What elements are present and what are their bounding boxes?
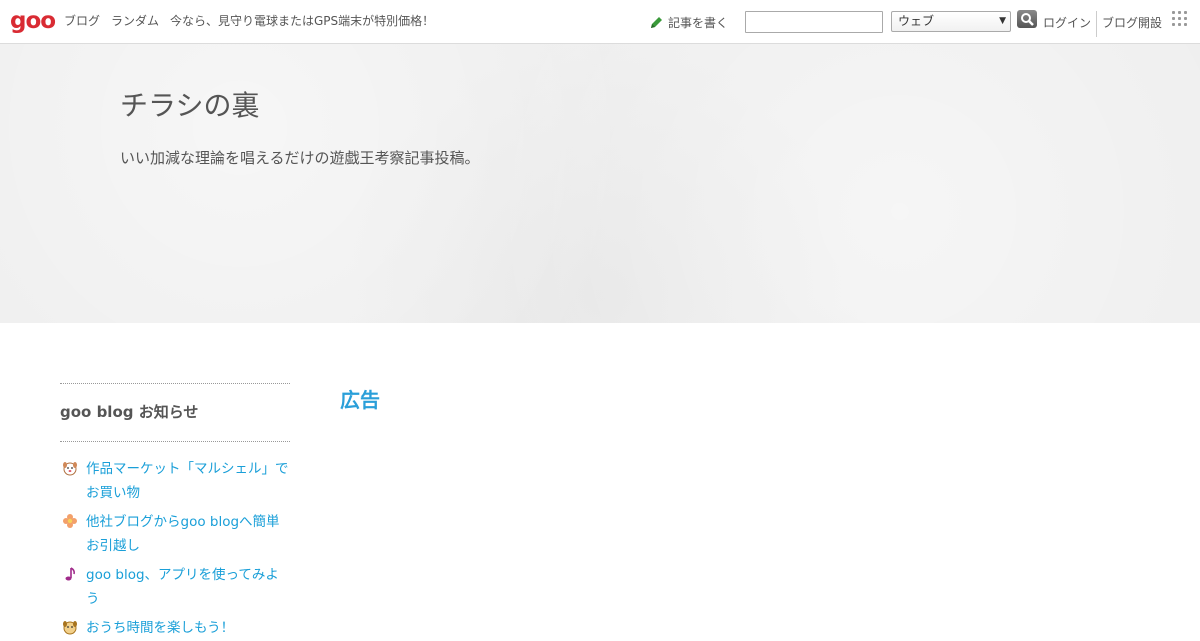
search-input[interactable] bbox=[745, 11, 883, 33]
sidebar-heading: goo blog お知らせ bbox=[60, 403, 199, 421]
global-header-bar: goo ブログ ランダム 今なら、見守り電球またはGPS端末が特別価格！ 記事を… bbox=[0, 0, 1200, 44]
search-button[interactable] bbox=[1017, 10, 1037, 28]
news-link-marchel[interactable]: 作品マーケット「マルシェル」でお買い物 bbox=[86, 458, 290, 505]
search-icon bbox=[1021, 13, 1034, 26]
blog-title[interactable]: チラシの裏 bbox=[120, 89, 259, 123]
news-link-migration[interactable]: 他社ブログからgoo blogへ簡単お引越し bbox=[86, 511, 290, 558]
music-note-icon bbox=[65, 567, 75, 581]
dog-face-icon bbox=[63, 621, 77, 635]
ad-heading: 広告 bbox=[340, 388, 380, 412]
sidebar-divider bbox=[60, 441, 290, 442]
nav-promo-link[interactable]: 今なら、見守り電球またはGPS端末が特別価格！ bbox=[170, 13, 434, 29]
login-link[interactable]: ログイン bbox=[1043, 15, 1091, 31]
chevron-down-icon: ▼ bbox=[999, 16, 1006, 26]
search-scope-value: ウェブ bbox=[898, 14, 935, 28]
blog-description: いい加減な理論を唱えるだけの遊戯王考察記事投稿。 bbox=[120, 149, 480, 167]
blog-open-link[interactable]: ブログ開設 bbox=[1102, 15, 1162, 31]
flower-icon bbox=[63, 514, 77, 528]
dog-face-icon bbox=[63, 462, 77, 476]
search-scope-select[interactable]: ウェブ ▼ bbox=[891, 11, 1011, 32]
goo-logo[interactable]: goo bbox=[10, 8, 56, 34]
news-link-app[interactable]: goo blog、アプリを使ってみよう bbox=[86, 564, 290, 611]
sidebar-divider bbox=[60, 383, 290, 384]
news-link-ouchi-jikan[interactable]: おうち時間を楽しもう！ bbox=[86, 617, 290, 641]
app-grid-icon[interactable] bbox=[1172, 11, 1188, 27]
write-article-button[interactable]: 記事を書く bbox=[649, 15, 728, 31]
nav-blog-link[interactable]: ブログ bbox=[64, 13, 100, 29]
topbar-divider bbox=[1096, 11, 1097, 37]
pencil-icon bbox=[651, 17, 662, 28]
blog-header: チラシの裏 いい加減な理論を唱えるだけの遊戯王考察記事投稿。 bbox=[0, 44, 1200, 323]
write-article-label: 記事を書く bbox=[668, 16, 729, 30]
nav-random-link[interactable]: ランダム bbox=[111, 13, 159, 29]
